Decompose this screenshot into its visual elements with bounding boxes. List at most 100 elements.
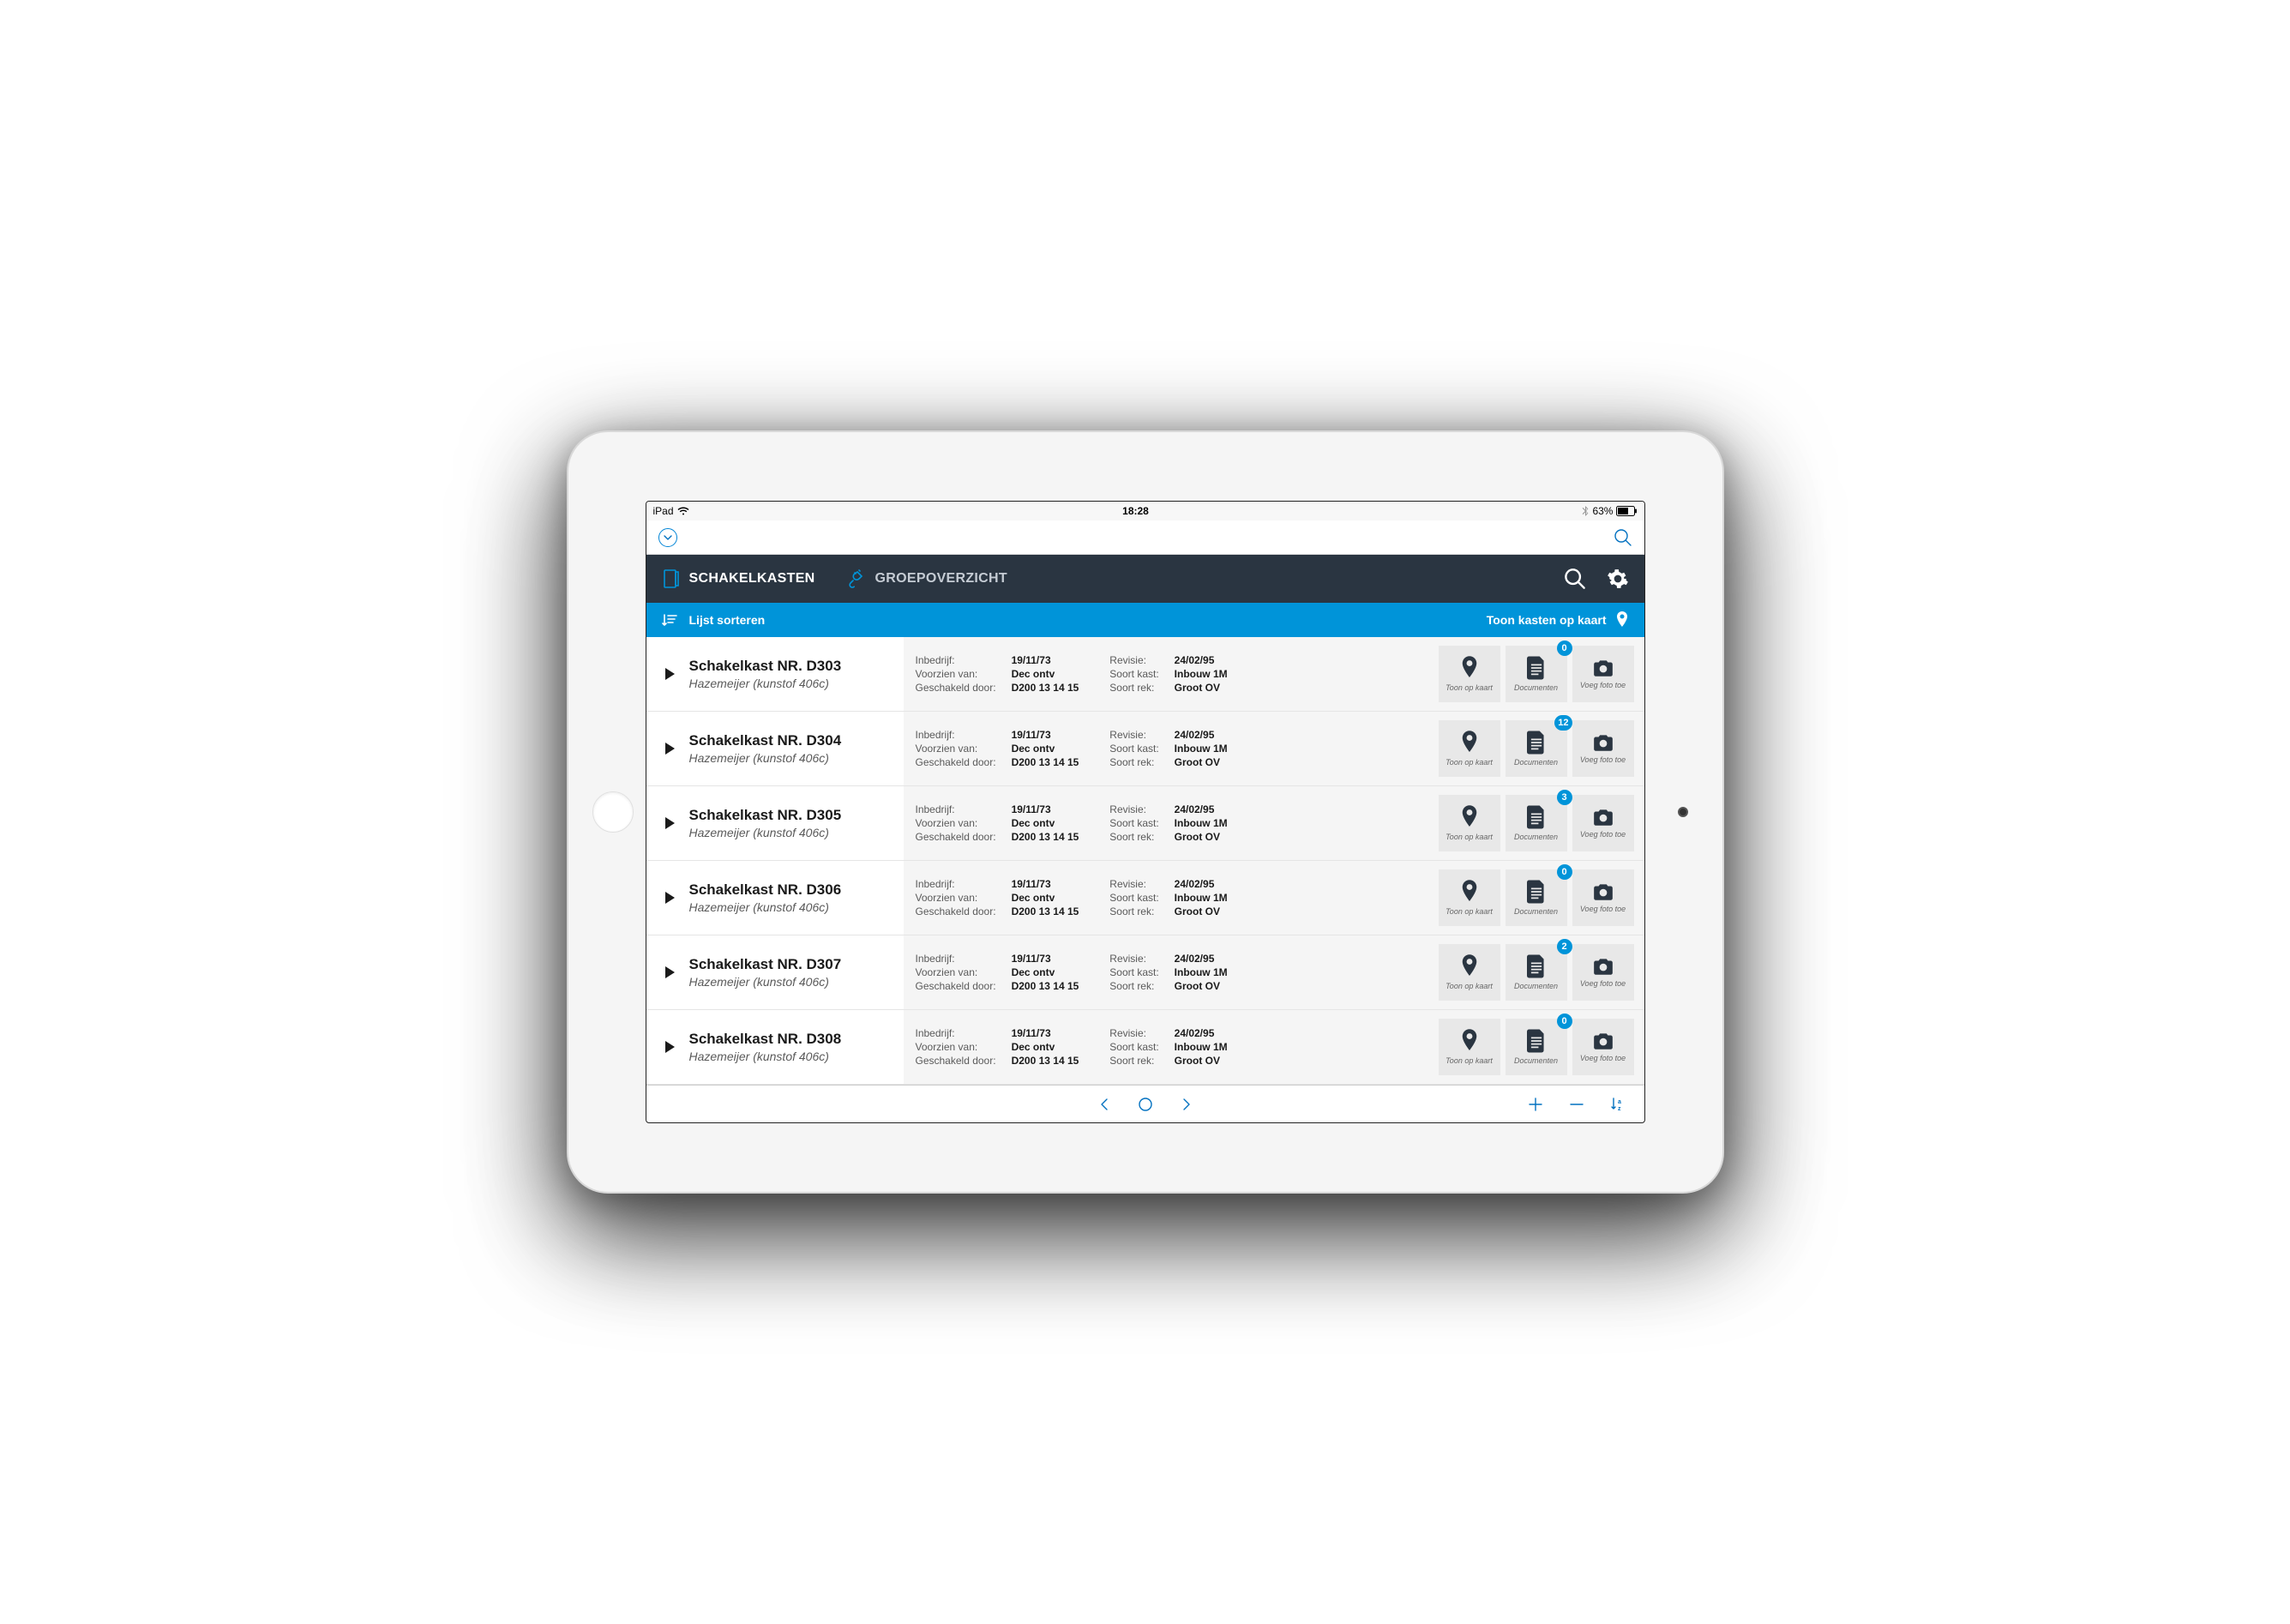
pin-icon	[1460, 656, 1479, 680]
label-soort-rek: Soort rek:	[1109, 756, 1158, 768]
val-inbedrijf: 19/11/73	[1012, 729, 1079, 741]
label-inbedrijf: Inbedrijf:	[916, 953, 996, 965]
list-item: Schakelkast NR. D304 Hazemeijer (kunstof…	[646, 712, 1644, 786]
row-details: Inbedrijf:19/11/73 Voorzien van:Dec ontv…	[904, 786, 1433, 860]
show-on-map-button[interactable]: Toon op kaart	[1439, 795, 1500, 851]
pin-icon	[1460, 731, 1479, 755]
add-photo-button[interactable]: Voeg foto toe	[1572, 720, 1634, 777]
row-title: Schakelkast NR. D304	[689, 732, 842, 749]
nav-settings-button[interactable]	[1607, 568, 1629, 590]
search-button[interactable]	[1614, 528, 1632, 547]
val-soort-kast: Inbouw 1M	[1175, 817, 1228, 829]
prev-button[interactable]	[1100, 1098, 1109, 1111]
documents-button[interactable]: 2 Documenten	[1506, 944, 1567, 1001]
dropdown-button[interactable]	[658, 528, 677, 547]
row-title: Schakelkast NR. D306	[689, 881, 842, 899]
list-item: Schakelkast NR. D308 Hazemeijer (kunstof…	[646, 1010, 1644, 1085]
sort-icon	[662, 613, 677, 627]
label-geschakeld: Geschakeld door:	[916, 1055, 996, 1067]
row-expand[interactable]: Schakelkast NR. D305 Hazemeijer (kunstof…	[646, 786, 904, 860]
row-subtitle: Hazemeijer (kunstof 406c)	[689, 826, 842, 839]
label-soort-rek: Soort rek:	[1109, 980, 1158, 992]
nav-search-button[interactable]	[1564, 568, 1598, 590]
row-details: Inbedrijf:19/11/73 Voorzien van:Dec ontv…	[904, 712, 1433, 785]
tab-groepoverzicht[interactable]: GROEPOVERZICHT	[848, 569, 1031, 588]
remove-button[interactable]	[1569, 1097, 1584, 1112]
row-details: Inbedrijf:19/11/73 Voorzien van:Dec ontv…	[904, 1010, 1433, 1084]
row-subtitle: Hazemeijer (kunstof 406c)	[689, 900, 842, 914]
home-button[interactable]	[592, 791, 634, 833]
documents-button[interactable]: 0 Documenten	[1506, 869, 1567, 926]
label-revisie: Revisie:	[1109, 878, 1158, 890]
battery-icon	[1616, 506, 1637, 516]
label-revisie: Revisie:	[1109, 654, 1158, 666]
search-icon	[1564, 568, 1586, 590]
add-photo-button[interactable]: Voeg foto toe	[1572, 795, 1634, 851]
documents-button[interactable]: 0 Documenten	[1506, 1019, 1567, 1075]
row-details: Inbedrijf:19/11/73 Voorzien van:Dec ontv…	[904, 935, 1433, 1009]
tab-schakelkasten[interactable]: SCHAKELKASTEN	[662, 569, 839, 588]
show-on-map-button[interactable]: Toon kasten op kaart	[1471, 611, 1644, 629]
show-on-map-button[interactable]: Toon op kaart	[1439, 720, 1500, 777]
action-label: Voeg foto toe	[1580, 681, 1626, 689]
list-item: Schakelkast NR. D303 Hazemeijer (kunstof…	[646, 637, 1644, 712]
add-photo-button[interactable]: Voeg foto toe	[1572, 869, 1634, 926]
val-soort-rek: Groot OV	[1175, 831, 1228, 843]
sort-bar: Lijst sorteren Toon kasten op kaart	[646, 603, 1644, 637]
action-label: Toon op kaart	[1446, 758, 1493, 767]
val-soort-rek: Groot OV	[1175, 905, 1228, 917]
show-on-map-button[interactable]: Toon op kaart	[1439, 646, 1500, 702]
row-expand[interactable]: Schakelkast NR. D308 Hazemeijer (kunstof…	[646, 1010, 904, 1084]
documents-button[interactable]: 12 Documenten	[1506, 720, 1567, 777]
val-voorzien: Dec ontv	[1012, 966, 1079, 978]
alpha-sort-button[interactable]: az	[1610, 1097, 1626, 1112]
label-soort-kast: Soort kast:	[1109, 668, 1158, 680]
show-on-map-button[interactable]: Toon op kaart	[1439, 869, 1500, 926]
plug-icon	[848, 569, 867, 588]
row-expand[interactable]: Schakelkast NR. D304 Hazemeijer (kunstof…	[646, 712, 904, 785]
action-label: Toon op kaart	[1446, 833, 1493, 841]
row-subtitle: Hazemeijer (kunstof 406c)	[689, 751, 842, 765]
val-soort-kast: Inbouw 1M	[1175, 743, 1228, 755]
next-button[interactable]	[1182, 1098, 1191, 1111]
add-photo-button[interactable]: Voeg foto toe	[1572, 646, 1634, 702]
row-expand[interactable]: Schakelkast NR. D307 Hazemeijer (kunstof…	[646, 935, 904, 1009]
row-details: Inbedrijf:19/11/73 Voorzien van:Dec ontv…	[904, 861, 1433, 935]
val-inbedrijf: 19/11/73	[1012, 654, 1079, 666]
label-voorzien: Voorzien van:	[916, 1041, 996, 1053]
row-expand[interactable]: Schakelkast NR. D303 Hazemeijer (kunstof…	[646, 637, 904, 711]
row-title: Schakelkast NR. D308	[689, 1031, 842, 1048]
val-geschakeld: D200 13 14 15	[1012, 980, 1079, 992]
label-geschakeld: Geschakeld door:	[916, 831, 996, 843]
add-photo-button[interactable]: Voeg foto toe	[1572, 944, 1634, 1001]
svg-text:a: a	[1618, 1099, 1621, 1105]
bottom-toolbar: az	[646, 1085, 1644, 1122]
refresh-button[interactable]	[1138, 1097, 1153, 1112]
val-inbedrijf: 19/11/73	[1012, 803, 1079, 815]
show-on-map-button[interactable]: Toon op kaart	[1439, 944, 1500, 1001]
val-soort-kast: Inbouw 1M	[1175, 668, 1228, 680]
pin-icon	[1460, 954, 1479, 978]
label-geschakeld: Geschakeld door:	[916, 980, 996, 992]
sort-button[interactable]: Lijst sorteren	[646, 603, 781, 637]
add-photo-button[interactable]: Voeg foto toe	[1572, 1019, 1634, 1075]
camera-icon	[1592, 1032, 1614, 1050]
action-label: Documenten	[1514, 758, 1558, 767]
add-button[interactable]	[1528, 1097, 1543, 1112]
pin-icon	[1460, 1029, 1479, 1053]
val-inbedrijf: 19/11/73	[1012, 1027, 1079, 1039]
doc-count-badge: 0	[1557, 864, 1572, 880]
val-revisie: 24/02/95	[1175, 654, 1228, 666]
device-label: iPad	[653, 505, 674, 517]
pin-icon	[1460, 880, 1479, 904]
document-icon	[1527, 731, 1546, 755]
row-expand[interactable]: Schakelkast NR. D306 Hazemeijer (kunstof…	[646, 861, 904, 935]
val-soort-rek: Groot OV	[1175, 1055, 1228, 1067]
label-inbedrijf: Inbedrijf:	[916, 654, 996, 666]
row-details: Inbedrijf:19/11/73 Voorzien van:Dec ontv…	[904, 637, 1433, 711]
action-label: Documenten	[1514, 982, 1558, 990]
documents-button[interactable]: 3 Documenten	[1506, 795, 1567, 851]
list-item: Schakelkast NR. D305 Hazemeijer (kunstof…	[646, 786, 1644, 861]
documents-button[interactable]: 0 Documenten	[1506, 646, 1567, 702]
show-on-map-button[interactable]: Toon op kaart	[1439, 1019, 1500, 1075]
